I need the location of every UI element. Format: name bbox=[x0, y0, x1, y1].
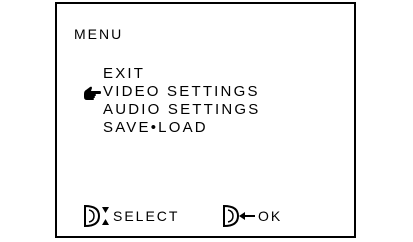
pointing-hand-icon bbox=[83, 85, 101, 101]
menu-title: MENU bbox=[74, 26, 124, 42]
menu-item-label: VIDEO SETTINGS bbox=[103, 83, 260, 100]
ok-hint: OK bbox=[222, 204, 282, 228]
select-hint: SELECT bbox=[83, 204, 179, 228]
select-label: SELECT bbox=[113, 208, 180, 224]
menu-list: EXIT VIDEO SETTINGS AUDIO SETTINGS SAVE•… bbox=[83, 66, 260, 138]
menu-item-label: SAVE•LOAD bbox=[103, 119, 208, 136]
menu-item-save-load[interactable]: SAVE•LOAD bbox=[83, 120, 260, 138]
ok-label: OK bbox=[258, 208, 283, 224]
menu-item-exit[interactable]: EXIT bbox=[83, 66, 260, 84]
menu-item-label: EXIT bbox=[103, 65, 146, 82]
menu-item-video-settings[interactable]: VIDEO SETTINGS bbox=[83, 84, 260, 102]
menu-item-audio-settings[interactable]: AUDIO SETTINGS bbox=[83, 102, 260, 120]
dial-up-down-icon bbox=[83, 204, 111, 228]
menu-item-label: AUDIO SETTINGS bbox=[103, 101, 261, 118]
menu-screen: MENU EXIT VIDEO SETTINGS AUDIO SETTINGS … bbox=[55, 2, 356, 238]
dial-press-icon bbox=[222, 204, 256, 228]
